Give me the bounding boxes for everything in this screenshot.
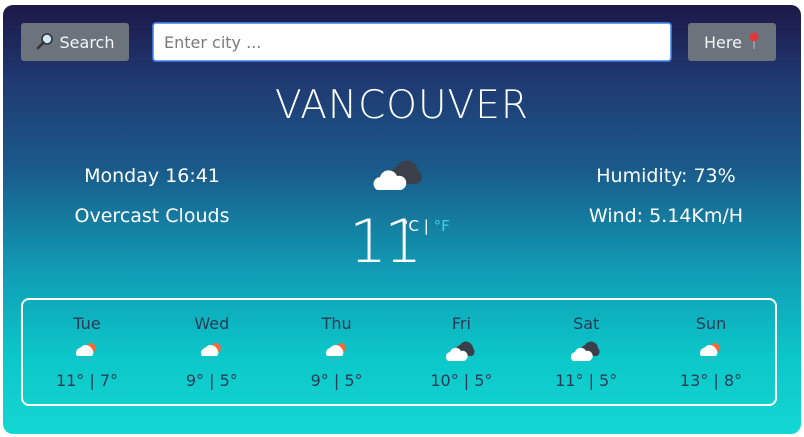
- forecast-day: Sun 13° | 8°: [655, 300, 767, 404]
- forecast-day: Tue 11° | 7°: [31, 300, 143, 404]
- unit-celsius[interactable]: °C: [401, 217, 419, 235]
- weather-card: Search Here VANCOUVER Monday 16:41 Overc…: [3, 5, 801, 434]
- forecast-day-name: Sat: [573, 314, 600, 333]
- forecast-panel: Tue 11° | 7° Wed 9° | 5° Thu 9° | 5° Fri: [21, 298, 777, 406]
- magnifier-icon: [36, 32, 54, 53]
- forecast-temps: 9° | 5°: [185, 371, 238, 390]
- unit-fahrenheit[interactable]: °F: [434, 217, 450, 235]
- forecast-temps: 10° | 5°: [430, 371, 493, 390]
- map-pin-icon: [748, 32, 760, 53]
- forecast-day: Fri 10° | 5°: [405, 300, 517, 404]
- unit-toggle: °C | °F: [401, 217, 450, 235]
- here-location-button[interactable]: Here: [688, 23, 776, 61]
- rain-sun-cloud-icon: [324, 341, 350, 365]
- wind-readout: Wind: 5.14Km/H: [588, 205, 744, 227]
- city-name: VANCOUVER: [275, 83, 529, 128]
- search-button-label: Search: [59, 32, 115, 52]
- city-search-input[interactable]: [153, 23, 671, 61]
- search-button[interactable]: Search: [21, 23, 129, 61]
- forecast-temps: 13° | 8°: [679, 371, 743, 390]
- forecast-day: Sat 11° | 5°: [530, 300, 642, 404]
- forecast-temps: 11° | 7°: [55, 371, 119, 390]
- humidity-readout: Humidity: 73%: [596, 165, 736, 187]
- forecast-temps: 9° | 5°: [310, 371, 363, 390]
- forecast-day-name: Thu: [321, 314, 352, 333]
- forecast-day-name: Sun: [695, 314, 727, 333]
- here-button-label: Here: [704, 32, 742, 52]
- current-day-time: Monday 16:41: [84, 165, 220, 187]
- overcast-clouds-icon: [373, 160, 423, 198]
- rain-sun-cloud-icon: [74, 341, 100, 365]
- forecast-day-name: Wed: [194, 314, 230, 333]
- forecast-temps: 11° | 5°: [555, 371, 618, 390]
- current-condition: Overcast Clouds: [74, 205, 230, 227]
- rain-sun-cloud-icon: [199, 341, 225, 365]
- forecast-day-name: Fri: [451, 314, 471, 333]
- unit-separator: |: [423, 217, 429, 235]
- rain-sun-cloud-icon: [698, 341, 724, 365]
- forecast-day-name: Tue: [73, 314, 101, 333]
- forecast-day: Thu 9° | 5°: [281, 300, 393, 404]
- overcast-clouds-icon: [446, 341, 476, 365]
- overcast-clouds-icon: [571, 341, 601, 365]
- forecast-day: Wed 9° | 5°: [156, 300, 268, 404]
